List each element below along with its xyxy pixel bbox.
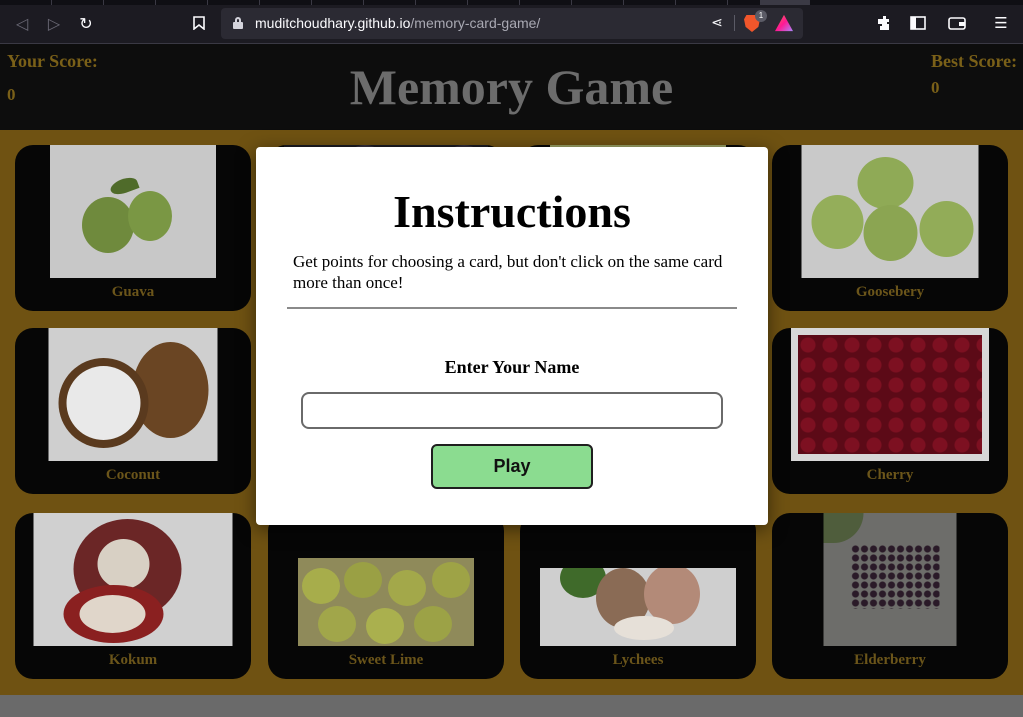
page-title: Memory Game [349,59,674,115]
instructions-modal: Instructions Get points for choosing a c… [256,147,768,525]
kokum-image [33,513,233,646]
page-footer-bar [0,695,1023,717]
lychees-image [540,568,736,646]
elderberry-image [823,513,957,646]
shields-count-badge: 1 [755,10,767,22]
game-header: Your Score: 0 Memory Game Best Score: 0 [0,44,1023,130]
card-goosebery[interactable]: Goosebery [772,145,1008,311]
brave-shields-icon[interactable]: 1 [743,10,767,33]
card-label: Sweet Lime [348,652,424,668]
card-elderberry[interactable]: Elderberry [772,513,1008,679]
forward-icon[interactable]: ▷ [43,12,65,34]
share-icon[interactable]: ⋖ [708,14,726,32]
divider [734,15,735,31]
card-guava[interactable]: Guava [15,145,251,311]
card-label: Coconut [105,467,161,483]
card-cherry[interactable]: Cherry [772,328,1008,494]
cherry-image [791,328,989,461]
card-label: Elderberry [854,652,926,668]
tab-strip [0,0,1023,5]
card-label: Cherry [866,467,914,483]
play-button[interactable]: Play [431,444,593,489]
modal-title: Instructions [393,186,631,237]
guava-image [50,145,216,278]
brave-rewards-icon[interactable] [775,14,793,32]
reload-icon[interactable]: ↻ [75,12,97,34]
url-text[interactable]: muditchoudhary.github.io/memory-card-gam… [255,15,540,31]
back-icon[interactable]: ◁ [11,12,33,34]
card-label: Goosebery [855,284,925,300]
url-path: /memory-card-game/ [410,15,541,31]
wallet-icon[interactable] [946,12,968,34]
extensions-icon[interactable] [874,12,896,34]
name-label: Enter Your Name [444,357,580,377]
bookmark-icon[interactable] [188,12,210,34]
best-score-value: 0 [931,78,940,97]
browser-toolbar: ◁ ▷ ↻ muditchoudhary.github.io/memory-ca… [0,0,1023,44]
card-sweet-lime[interactable]: Sweet Lime [268,513,504,679]
goosebery-image [801,145,979,278]
card-label: Guava [111,284,155,300]
instructions-text: Get points for choosing a card, but don'… [293,252,723,292]
card-kokum[interactable]: Kokum [15,513,251,679]
url-domain: muditchoudhary.github.io [255,15,411,31]
card-label: Lychees [612,652,664,668]
sweet-lime-image [298,558,474,646]
coconut-image [48,328,218,461]
sidebar-icon[interactable] [907,12,929,34]
divider [287,307,737,309]
best-score-label: Best Score: [931,51,1018,71]
address-bar[interactable]: muditchoudhary.github.io/memory-card-gam… [221,8,803,39]
card-coconut[interactable]: Coconut [15,328,251,494]
menu-icon[interactable]: ☰ [990,12,1012,34]
lock-icon[interactable] [233,17,243,29]
name-input[interactable] [301,392,723,429]
card-lychees[interactable]: Lychees [520,513,756,679]
card-label: Kokum [108,652,158,668]
